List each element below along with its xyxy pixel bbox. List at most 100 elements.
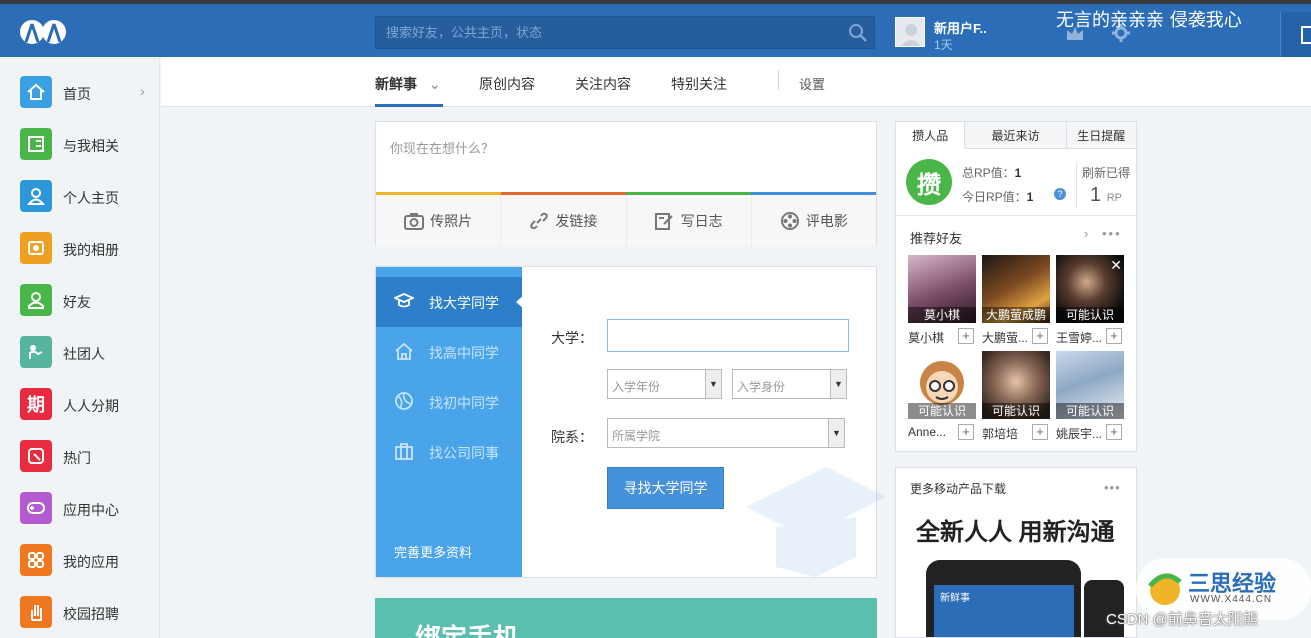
sidebar-item-album[interactable]: 我的相册 (20, 232, 160, 264)
search-box (375, 16, 875, 49)
phone-image[interactable]: 新鲜事 (926, 560, 1081, 637)
signature-text: 无言的亲亲亲 侵袭我心 (1056, 10, 1242, 31)
default-avatar-icon (901, 24, 921, 46)
person-icon (20, 180, 52, 212)
friend-name[interactable]: 郭培培 (982, 425, 1018, 442)
share-link-button[interactable]: 发链接 (501, 195, 627, 246)
close-icon[interactable]: ✕ (1110, 257, 1122, 274)
sidebar-item-club[interactable]: 社团人 (20, 336, 160, 368)
button-label: 发链接 (555, 212, 598, 229)
sidebar-item-home[interactable]: 首页 › (20, 76, 160, 108)
department-select[interactable]: 所属学院 ▼ (607, 418, 845, 448)
friend-name[interactable]: 姚辰宇... (1056, 425, 1102, 442)
nav-divider (778, 70, 779, 90)
select-value: 入学身份 (737, 380, 786, 394)
more-icon[interactable]: ••• (1102, 226, 1122, 241)
complete-profile-link[interactable]: 完善更多资料 (394, 542, 472, 561)
find-coworkers-tab[interactable]: 找公司同事 (376, 427, 522, 477)
add-friend-button[interactable]: + (1106, 424, 1122, 440)
user-name[interactable]: 新用户F.. (934, 18, 987, 37)
friend-photo[interactable]: 可能认识 (908, 351, 976, 419)
friend-photo[interactable]: ✕ 可能认识 (1056, 255, 1124, 323)
brand-url: WWW.X444.CN (1190, 594, 1273, 605)
status-input[interactable] (376, 122, 876, 192)
apps-grid-icon (20, 544, 52, 576)
add-friend-button[interactable]: + (1106, 328, 1122, 344)
tab-recent-visitors[interactable]: 最近来访 (965, 122, 1067, 149)
entry-identity-select[interactable]: 入学身份 ▼ (732, 369, 847, 399)
friend-photo[interactable]: 大鹏萤成鹏 (982, 255, 1050, 323)
graduation-cap-icon (394, 293, 414, 308)
sidebar-item-campus-jobs[interactable]: 校园招聘 (20, 596, 160, 628)
search-input[interactable] (376, 17, 874, 48)
find-classmates-button[interactable]: 寻找大学同学 (607, 467, 724, 509)
friend-name[interactable]: 王雪婷... (1056, 329, 1102, 346)
tab-label: 找公司同事 (429, 445, 499, 461)
sidebar-item-my-apps[interactable]: 我的应用 (20, 544, 160, 576)
friend-name[interactable]: 大鹏萤... (982, 329, 1028, 346)
refresh-earned-label: 刷新已得 (1082, 166, 1131, 180)
add-friend-button[interactable]: + (1032, 424, 1048, 440)
tab-following[interactable]: 关注内容 (575, 74, 631, 94)
tab-news[interactable]: 新鲜事 ⌄ (375, 74, 441, 94)
renren-logo-icon[interactable] (18, 14, 68, 50)
button-label: 写日志 (680, 212, 723, 229)
sidebar-item-installment[interactable]: 期 人人分期 (20, 388, 160, 420)
sidebar-item-friends[interactable]: 好友 (20, 284, 160, 316)
film-reel-icon (780, 211, 799, 230)
entry-year-select[interactable]: 入学年份 ▼ (607, 369, 722, 399)
sidebar-item-profile[interactable]: 个人主页 (20, 180, 160, 212)
gamepad-icon (20, 492, 52, 524)
rp-logo-icon[interactable]: 攒 (906, 159, 952, 205)
sidebar-item-app-center[interactable]: 应用中心 (20, 492, 160, 524)
sidebar-item-label: 应用中心 (63, 502, 119, 518)
friend-photo[interactable]: 可能认识 (982, 351, 1050, 419)
friend-name[interactable]: 莫小棋 (908, 329, 944, 346)
side-panel-toggle[interactable] (1280, 12, 1311, 59)
sidebar-item-related[interactable]: 与我相关 (20, 128, 160, 160)
tab-special-follow[interactable]: 特别关注 (671, 74, 727, 94)
find-college-classmates-tab[interactable]: 找大学同学 (376, 277, 522, 327)
tab-label: 找高中同学 (429, 345, 499, 361)
chevron-right-icon[interactable]: › (1084, 226, 1090, 241)
friend-photo[interactable]: 莫小棋 (908, 255, 976, 323)
friends-icon (20, 284, 52, 316)
help-icon[interactable]: ? (1054, 188, 1066, 200)
write-blog-button[interactable]: 写日志 (627, 195, 752, 246)
tab-earn-rp[interactable]: 攒人品 (896, 122, 966, 149)
friend-photo[interactable]: 可能认识 (1056, 351, 1124, 419)
sidebar-item-label: 与我相关 (63, 138, 119, 154)
mobile-download-title: 更多移动产品下载 (910, 482, 1007, 496)
find-middleschool-classmates-tab[interactable]: 找初中同学 (376, 377, 522, 427)
sidebar-item-label: 我的相册 (63, 242, 119, 258)
tab-birthday-reminder[interactable]: 生日提醒 (1067, 122, 1136, 149)
add-friend-button[interactable]: + (958, 424, 974, 440)
bind-phone-banner[interactable]: 绑定手机 (375, 598, 877, 638)
ball-icon (395, 392, 413, 410)
search-icon[interactable] (848, 23, 868, 43)
university-input[interactable] (607, 319, 849, 352)
upload-photo-button[interactable]: 传照片 (376, 195, 502, 246)
find-highschool-classmates-tab[interactable]: 找高中同学 (376, 327, 522, 377)
rp-today-label: 今日RP值： (962, 190, 1027, 204)
tab-label: 找初中同学 (429, 395, 499, 411)
user-avatar[interactable] (895, 17, 925, 47)
review-movie-button[interactable]: 评电影 (752, 195, 876, 246)
chevron-right-icon: › (140, 83, 145, 99)
add-friend-button[interactable]: + (958, 328, 974, 344)
tab-settings[interactable]: 设置 (799, 74, 825, 93)
sidebar-item-hot[interactable]: 热门 (20, 440, 160, 472)
friend-name[interactable]: Anne... (908, 425, 946, 439)
sidebar-item-label: 我的应用 (63, 554, 119, 570)
contact-card-icon (20, 128, 52, 160)
tab-original[interactable]: 原创内容 (479, 74, 535, 94)
university-label: 大学： (551, 330, 593, 346)
dropdown-arrow-icon: ▼ (705, 370, 721, 398)
divider (896, 215, 1136, 216)
phone-screen-label: 新鲜事 (940, 593, 970, 604)
panel-icon (1301, 26, 1311, 44)
sidebar-item-label: 个人主页 (63, 190, 119, 206)
add-friend-button[interactable]: + (1032, 328, 1048, 344)
mobile-download-card: 更多移动产品下载 ••• 全新人人 用新沟通 新鲜事 (895, 467, 1137, 638)
more-icon[interactable]: ••• (1104, 480, 1121, 495)
